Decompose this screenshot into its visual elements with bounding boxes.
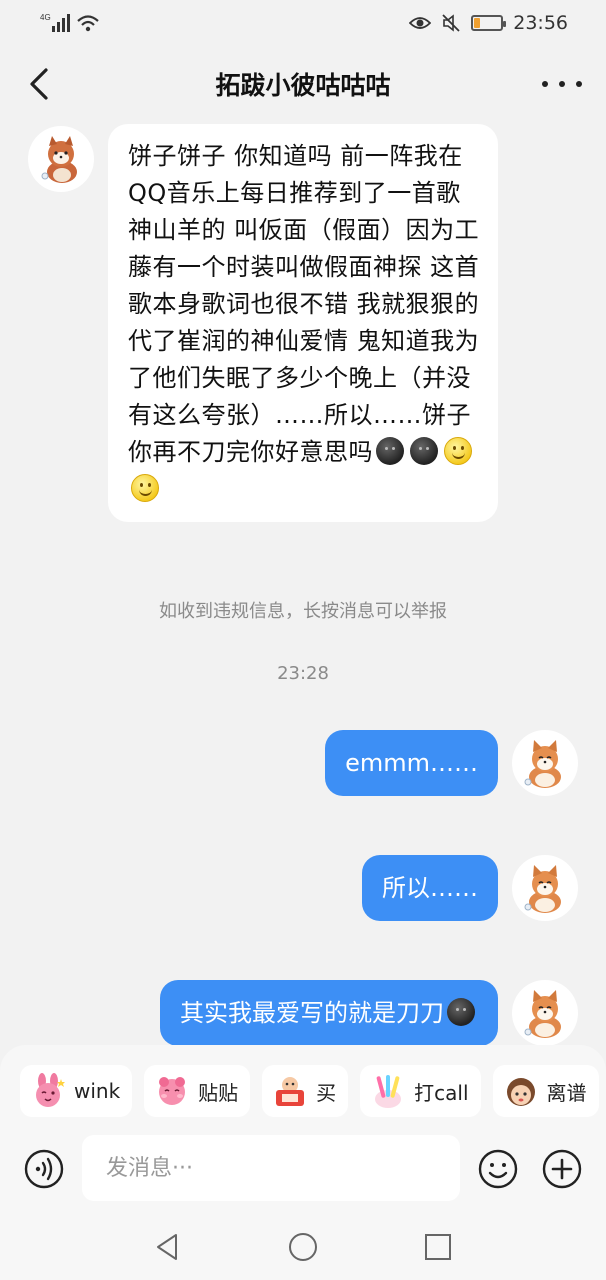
sticker-buy[interactable]: 买 [262,1065,349,1117]
plus-icon[interactable] [542,1149,582,1189]
my-avatar[interactable] [512,855,578,921]
sticker-label: 买 [316,1080,337,1105]
system-nav-bar [0,1213,606,1280]
network-label: 4G [40,13,51,22]
chat-header: 拓跋小彼咕咕咕 [0,52,606,116]
outgoing-message-text: 所以…… [382,874,478,902]
chat-title[interactable]: 拓跋小彼咕咕咕 [0,66,606,102]
outgoing-message-text: emmm…… [345,749,478,777]
voice-icon[interactable] [24,1149,64,1189]
dark-smiley-emoji [447,998,475,1026]
sticker-label: wink [74,1079,121,1103]
mute-icon [442,14,460,32]
report-notice: 如收到违规信息，长按消息可以举报 [159,601,447,622]
message-timestamp: 23:28 [277,663,329,684]
girl-face-sticker-icon [506,1078,535,1106]
sticker-dacall[interactable]: 打call [360,1065,481,1117]
composer-panel: wink 贴贴 买 打call 离谱 发消息··· [0,1045,606,1213]
nav-recent-icon[interactable] [422,1231,454,1263]
smile-emoji [444,437,472,465]
battery-fill [474,18,480,28]
dark-smiley-emoji [376,437,404,465]
outgoing-message-text: 其实我最爱写的就是刀刀 [180,999,444,1027]
nav-back-icon[interactable] [152,1231,184,1263]
smile-emoji [131,474,159,502]
dark-smiley-emoji [410,437,438,465]
sticker-label: 离谱 [546,1080,587,1105]
outgoing-message-bubble[interactable]: 所以…… [362,855,498,921]
sticker-wink[interactable]: wink [20,1065,133,1117]
my-avatar[interactable] [512,730,578,796]
sticker-suggestions: wink 贴贴 买 打call 离谱 [20,1065,599,1117]
outgoing-message-bubble[interactable]: 其实我最爱写的就是刀刀 [160,980,498,1046]
more-dots-icon[interactable] [542,72,582,96]
sticker-lipu[interactable]: 离谱 [492,1065,599,1117]
signal-icon: 4G [40,13,70,32]
glowstick-sticker-icon [375,1075,402,1108]
emoji-icon[interactable] [478,1149,518,1189]
wifi-icon [77,15,99,32]
my-avatar[interactable] [512,980,578,1046]
sticker-label: 贴贴 [198,1080,239,1105]
incoming-message-bubble[interactable]: 饼子饼子 你知道吗 前一阵我在QQ音乐上每日推荐到了一首歌 神山羊的 叫仮面（假… [108,124,498,522]
shiba-avatar-image [524,740,561,788]
eye-icon [409,17,432,29]
shiba-avatar-image [524,865,561,913]
shiba-avatar-image [524,990,561,1038]
sticker-tietie[interactable]: 贴贴 [144,1065,251,1117]
status-bar: 4G 23:56 [0,0,606,48]
status-time: 23:56 [513,12,568,34]
pink-hug-sticker-icon [159,1077,186,1105]
nav-home-icon[interactable] [287,1231,319,1263]
battery-icon [471,15,507,31]
red-panda-avatar-image [41,136,77,183]
message-input[interactable] [82,1135,460,1201]
red-buy-sticker-icon [276,1077,305,1106]
incoming-message-text: 饼子饼子 你知道吗 前一阵我在QQ音乐上每日推荐到了一首歌 神山羊的 叫仮面（假… [128,142,480,466]
outgoing-message-bubble[interactable]: emmm…… [325,730,498,796]
sticker-label: 打call [414,1080,469,1105]
input-row [0,1135,606,1203]
contact-avatar[interactable] [28,126,94,192]
pink-bunny-sticker-icon [36,1073,65,1107]
